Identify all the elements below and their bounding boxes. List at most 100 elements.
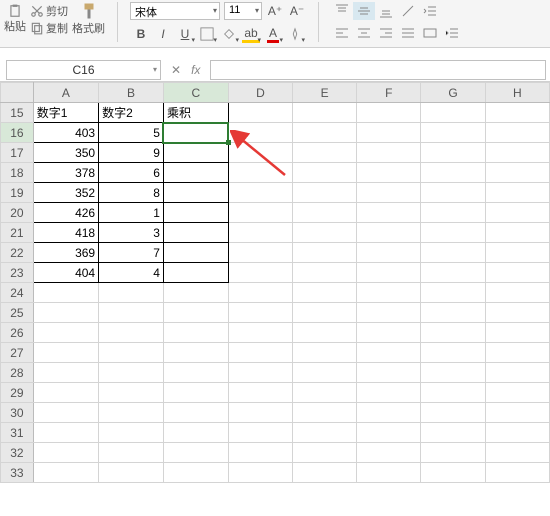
cell-G30[interactable]	[421, 403, 485, 423]
col-header-F[interactable]: F	[357, 83, 421, 103]
cell-F23[interactable]	[357, 263, 421, 283]
cell-B17[interactable]: 9	[99, 143, 164, 163]
cell-A28[interactable]	[33, 363, 98, 383]
row-header-27[interactable]: 27	[1, 343, 34, 363]
cell-C27[interactable]	[163, 343, 228, 363]
cell-D20[interactable]	[228, 203, 292, 223]
indent-inc-button[interactable]	[441, 24, 463, 42]
cell-H18[interactable]	[485, 163, 549, 183]
cell-H29[interactable]	[485, 383, 549, 403]
cell-G20[interactable]	[421, 203, 485, 223]
cell-B16[interactable]: 5	[99, 123, 164, 143]
merge-button[interactable]	[419, 24, 441, 42]
cell-H28[interactable]	[485, 363, 549, 383]
cell-D23[interactable]	[228, 263, 292, 283]
row-header-29[interactable]: 29	[1, 383, 34, 403]
cell-B24[interactable]	[99, 283, 164, 303]
select-all-corner[interactable]	[1, 83, 34, 103]
cell-B30[interactable]	[99, 403, 164, 423]
cell-E18[interactable]	[293, 163, 357, 183]
cell-D17[interactable]	[228, 143, 292, 163]
cell-G21[interactable]	[421, 223, 485, 243]
cell-E28[interactable]	[293, 363, 357, 383]
cell-A33[interactable]	[33, 463, 98, 483]
cell-E26[interactable]	[293, 323, 357, 343]
cell-G17[interactable]	[421, 143, 485, 163]
cell-G31[interactable]	[421, 423, 485, 443]
cell-C21[interactable]	[163, 223, 228, 243]
cell-A17[interactable]: 350	[33, 143, 98, 163]
cell-C33[interactable]	[163, 463, 228, 483]
cell-B23[interactable]: 4	[99, 263, 164, 283]
col-header-A[interactable]: A	[33, 83, 98, 103]
align-top-button[interactable]	[331, 2, 353, 20]
cell-D24[interactable]	[228, 283, 292, 303]
col-header-G[interactable]: G	[421, 83, 485, 103]
cell-C28[interactable]	[163, 363, 228, 383]
cell-H21[interactable]	[485, 223, 549, 243]
cell-H24[interactable]	[485, 283, 549, 303]
cell-G28[interactable]	[421, 363, 485, 383]
fill-color-button[interactable]: ▾	[218, 24, 240, 44]
paste-button[interactable]: 粘贴	[4, 4, 26, 34]
col-header-D[interactable]: D	[228, 83, 292, 103]
cell-E23[interactable]	[293, 263, 357, 283]
cell-C22[interactable]	[163, 243, 228, 263]
cell-F22[interactable]	[357, 243, 421, 263]
cell-D30[interactable]	[228, 403, 292, 423]
border-button[interactable]: ▾	[196, 24, 218, 44]
cell-E31[interactable]	[293, 423, 357, 443]
cell-H26[interactable]	[485, 323, 549, 343]
row-header-28[interactable]: 28	[1, 363, 34, 383]
cell-A27[interactable]	[33, 343, 98, 363]
cell-B31[interactable]	[99, 423, 164, 443]
cell-E19[interactable]	[293, 183, 357, 203]
cell-B28[interactable]	[99, 363, 164, 383]
cell-B15[interactable]: 数字2	[99, 103, 164, 123]
cell-C32[interactable]	[163, 443, 228, 463]
cell-H16[interactable]	[485, 123, 549, 143]
cell-D22[interactable]	[228, 243, 292, 263]
cell-A29[interactable]	[33, 383, 98, 403]
cell-E29[interactable]	[293, 383, 357, 403]
cell-F21[interactable]	[357, 223, 421, 243]
align-left-button[interactable]	[331, 24, 353, 42]
effects-button[interactable]: ▾	[284, 24, 306, 44]
cell-D33[interactable]	[228, 463, 292, 483]
cell-D27[interactable]	[228, 343, 292, 363]
cell-D21[interactable]	[228, 223, 292, 243]
font-name-select[interactable]: 宋体 ▾	[130, 2, 220, 20]
row-header-20[interactable]: 20	[1, 203, 34, 223]
cell-C20[interactable]	[163, 203, 228, 223]
cell-E21[interactable]	[293, 223, 357, 243]
cell-A23[interactable]: 404	[33, 263, 98, 283]
cell-A16[interactable]: 403	[33, 123, 98, 143]
cell-F24[interactable]	[357, 283, 421, 303]
cell-C18[interactable]	[163, 163, 228, 183]
col-header-C[interactable]: C	[163, 83, 228, 103]
formula-input[interactable]	[210, 60, 546, 80]
cell-E33[interactable]	[293, 463, 357, 483]
cell-C23[interactable]	[163, 263, 228, 283]
cell-C15[interactable]: 乘积	[163, 103, 228, 123]
cell-G16[interactable]	[421, 123, 485, 143]
cell-G29[interactable]	[421, 383, 485, 403]
cell-A30[interactable]	[33, 403, 98, 423]
cell-D29[interactable]	[228, 383, 292, 403]
cell-F32[interactable]	[357, 443, 421, 463]
cell-G15[interactable]	[421, 103, 485, 123]
cell-D19[interactable]	[228, 183, 292, 203]
cell-H33[interactable]	[485, 463, 549, 483]
cell-B26[interactable]	[99, 323, 164, 343]
copy-button[interactable]: 复制	[28, 20, 70, 36]
row-header-15[interactable]: 15	[1, 103, 34, 123]
highlight-button[interactable]: ab▾	[240, 24, 262, 44]
cell-G19[interactable]	[421, 183, 485, 203]
decrease-font-button[interactable]: A⁻	[288, 3, 306, 19]
cell-D25[interactable]	[228, 303, 292, 323]
font-color-button[interactable]: A▾	[262, 24, 284, 44]
cell-G25[interactable]	[421, 303, 485, 323]
cell-D28[interactable]	[228, 363, 292, 383]
cell-E27[interactable]	[293, 343, 357, 363]
cell-C26[interactable]	[163, 323, 228, 343]
